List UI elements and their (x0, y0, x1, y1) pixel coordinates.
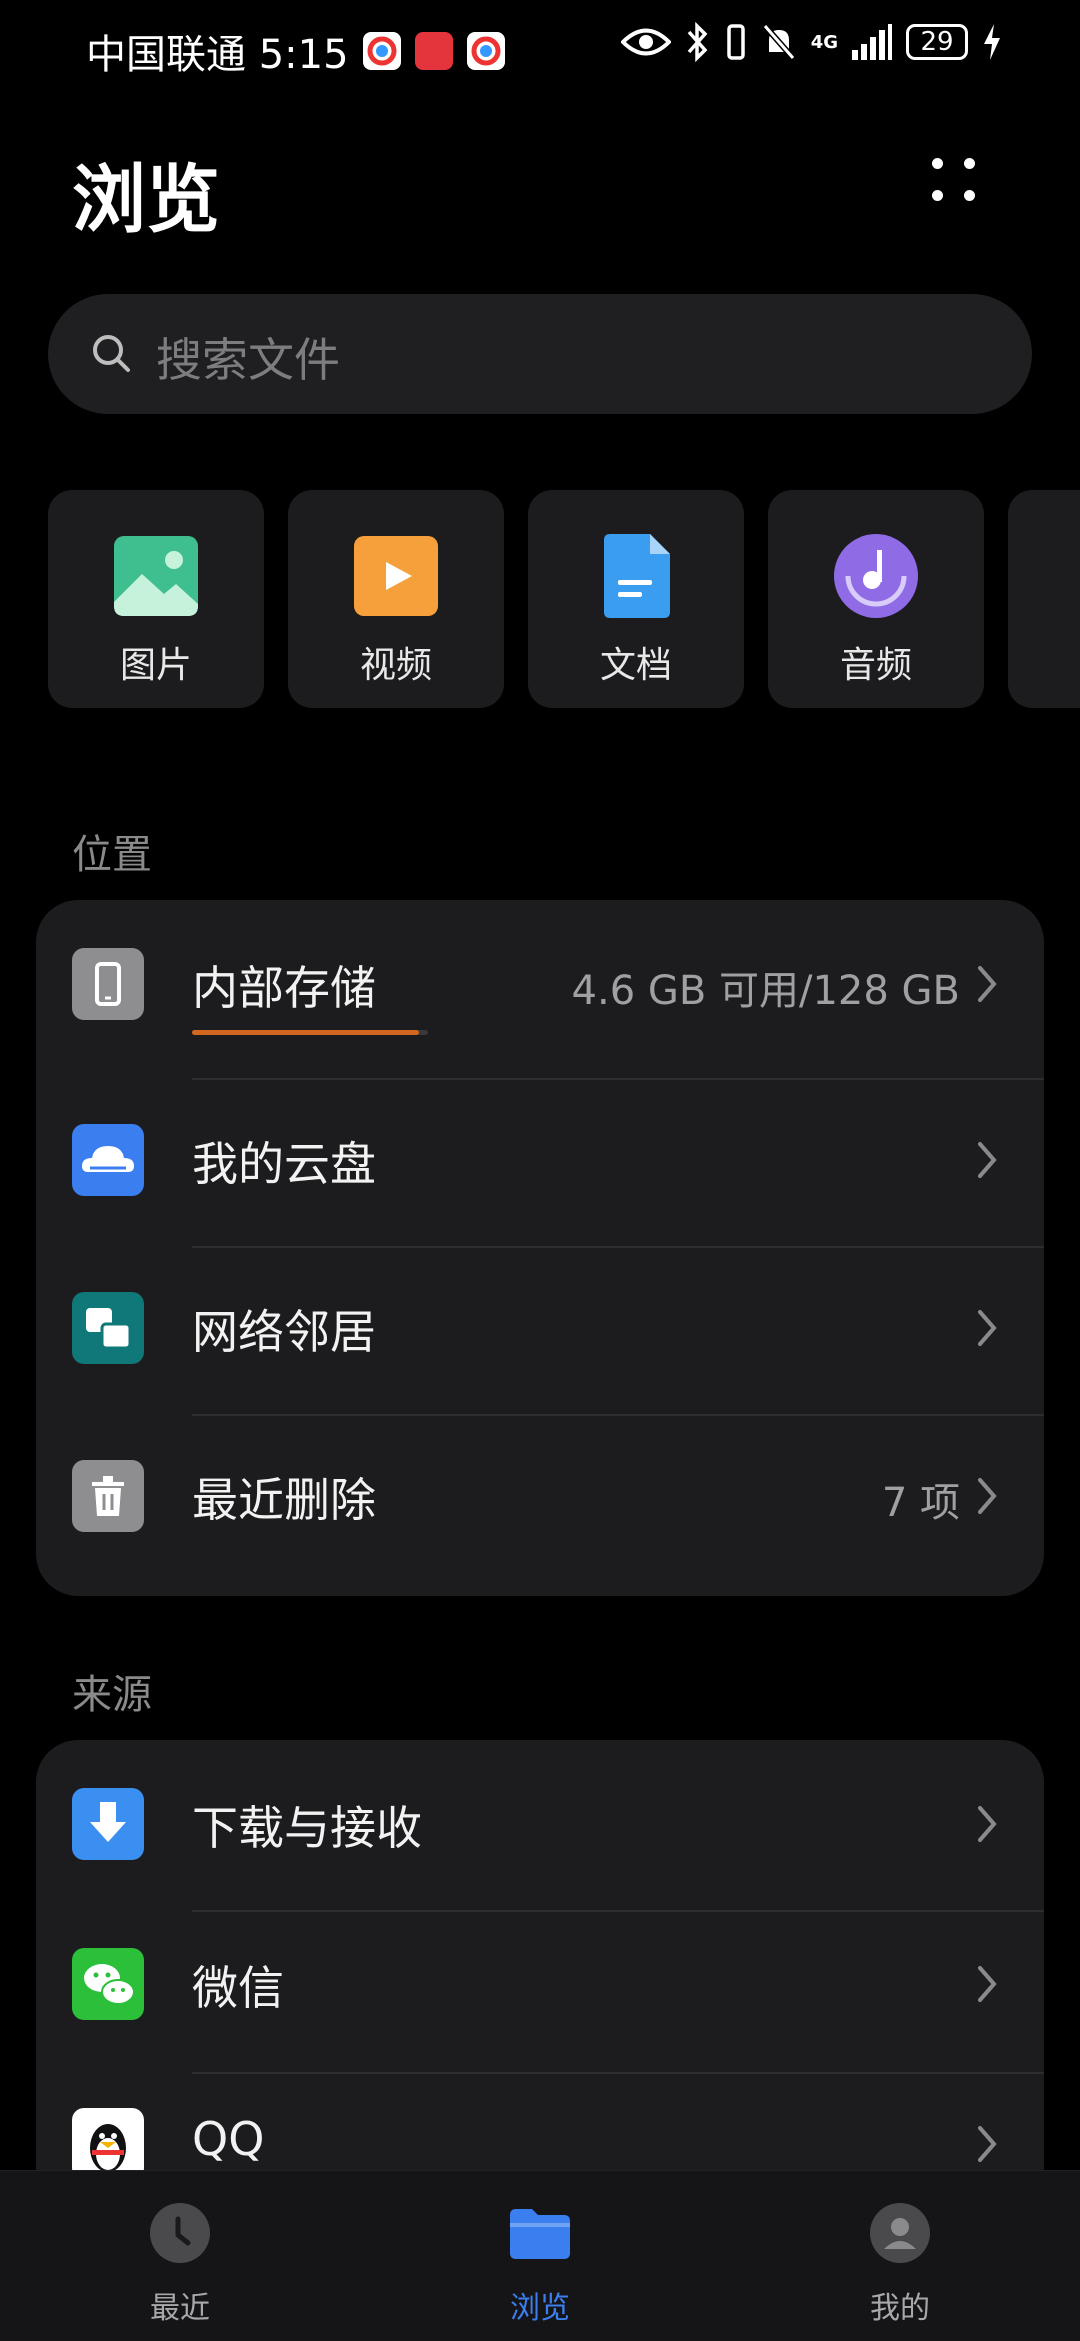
cloud-icon (72, 1124, 144, 1196)
status-bar: 中国联通 5:15 4G 29 (0, 0, 1080, 100)
tab-recent[interactable]: 最近 (0, 2171, 360, 2341)
category-more[interactable] (1008, 490, 1080, 708)
row-label: 微信 (192, 1961, 284, 2015)
location-recently-deleted[interactable]: 最近删除 7 项 (36, 1412, 1044, 1580)
notification-app-icon (362, 32, 401, 70)
image-icon (114, 536, 198, 616)
tab-label: 浏览 (510, 2291, 570, 2326)
bottom-navigation: 最近 浏览 我的 (0, 2170, 1080, 2341)
category-videos[interactable]: 视频 (288, 490, 504, 708)
row-label: 最近删除 (192, 1473, 376, 1527)
category-strip[interactable]: 图片 视频 文档 音频 (48, 490, 1080, 710)
tab-label: 我的 (870, 2291, 930, 2326)
vibrate-icon (726, 24, 745, 60)
battery-indicator: 29 (906, 24, 968, 60)
notification-app-icon-2 (466, 32, 505, 70)
category-documents[interactable]: 文档 (528, 490, 744, 708)
person-icon (870, 2203, 930, 2263)
search-icon (93, 335, 130, 372)
document-icon (604, 534, 670, 618)
dot (932, 190, 943, 201)
phone-icon (72, 948, 144, 1020)
search-input[interactable]: 搜索文件 (48, 294, 1032, 414)
tab-browse[interactable]: 浏览 (360, 2171, 720, 2341)
bluetooth-icon (687, 22, 708, 62)
charging-icon (984, 24, 1000, 60)
more-options-button[interactable] (924, 150, 984, 210)
row-label: 我的云盘 (192, 1137, 376, 1191)
chevron-right-icon (978, 1966, 997, 2002)
location-network-neighborhood[interactable]: 网络邻居 (36, 1244, 1044, 1412)
download-icon (72, 1788, 144, 1860)
search-placeholder: 搜索文件 (156, 333, 340, 387)
chevron-right-icon (978, 1806, 997, 1842)
locations-card: 内部存储 4.6 GB 可用/128 GB 我的云盘 网络邻居 最近删除 7 项 (36, 900, 1044, 1596)
carrier-time: 中国联通 5:15 (86, 32, 349, 78)
mute-bell-icon (762, 24, 795, 60)
storage-progress-fill (192, 1030, 419, 1035)
category-label: 文档 (599, 645, 672, 686)
signal-icon (852, 24, 892, 60)
category-images[interactable]: 图片 (48, 490, 264, 708)
tab-mine[interactable]: 我的 (720, 2171, 1080, 2341)
location-cloud-drive[interactable]: 我的云盘 (36, 1076, 1044, 1244)
huawei-app-icon (414, 32, 453, 70)
dot (932, 158, 943, 169)
folder-icon (510, 2209, 570, 2259)
storage-value: 4.6 GB 可用/128 GB (571, 968, 960, 1014)
source-wechat[interactable]: 微信 (36, 1900, 1044, 2068)
row-label: 下载与接收 (192, 1801, 422, 1855)
network-icon (72, 1292, 144, 1364)
tab-label: 最近 (150, 2291, 210, 2326)
chevron-right-icon (978, 1310, 997, 1346)
location-internal-storage[interactable]: 内部存储 4.6 GB 可用/128 GB (36, 900, 1044, 1068)
eye-icon (620, 28, 671, 56)
wechat-icon (72, 1948, 144, 2020)
row-label: 网络邻居 (192, 1305, 376, 1359)
page-title: 浏览 (72, 157, 220, 243)
video-icon (354, 536, 438, 616)
network-type: 4G (810, 31, 838, 53)
trash-icon (72, 1460, 144, 1532)
source-downloads[interactable]: 下载与接收 (36, 1740, 1044, 1908)
dot (964, 158, 975, 169)
section-label-sources: 来源 (72, 1672, 152, 1718)
storage-progress-bar (192, 1030, 428, 1035)
category-audio[interactable]: 音频 (768, 490, 984, 708)
category-label: 图片 (119, 645, 192, 686)
chevron-right-icon (978, 1478, 997, 1514)
clock-icon (150, 2203, 210, 2263)
row-label: QQ (192, 2112, 265, 2166)
category-label: 音频 (839, 645, 912, 686)
chevron-right-icon (978, 1142, 997, 1178)
category-label: 视频 (359, 645, 432, 686)
row-label: 内部存储 (192, 961, 376, 1015)
deleted-count: 7 项 (881, 1480, 960, 1526)
chevron-right-icon (978, 2126, 997, 2162)
chevron-right-icon (978, 966, 997, 1002)
audio-icon (834, 534, 918, 618)
section-label-locations: 位置 (72, 832, 152, 878)
dot (964, 190, 975, 201)
